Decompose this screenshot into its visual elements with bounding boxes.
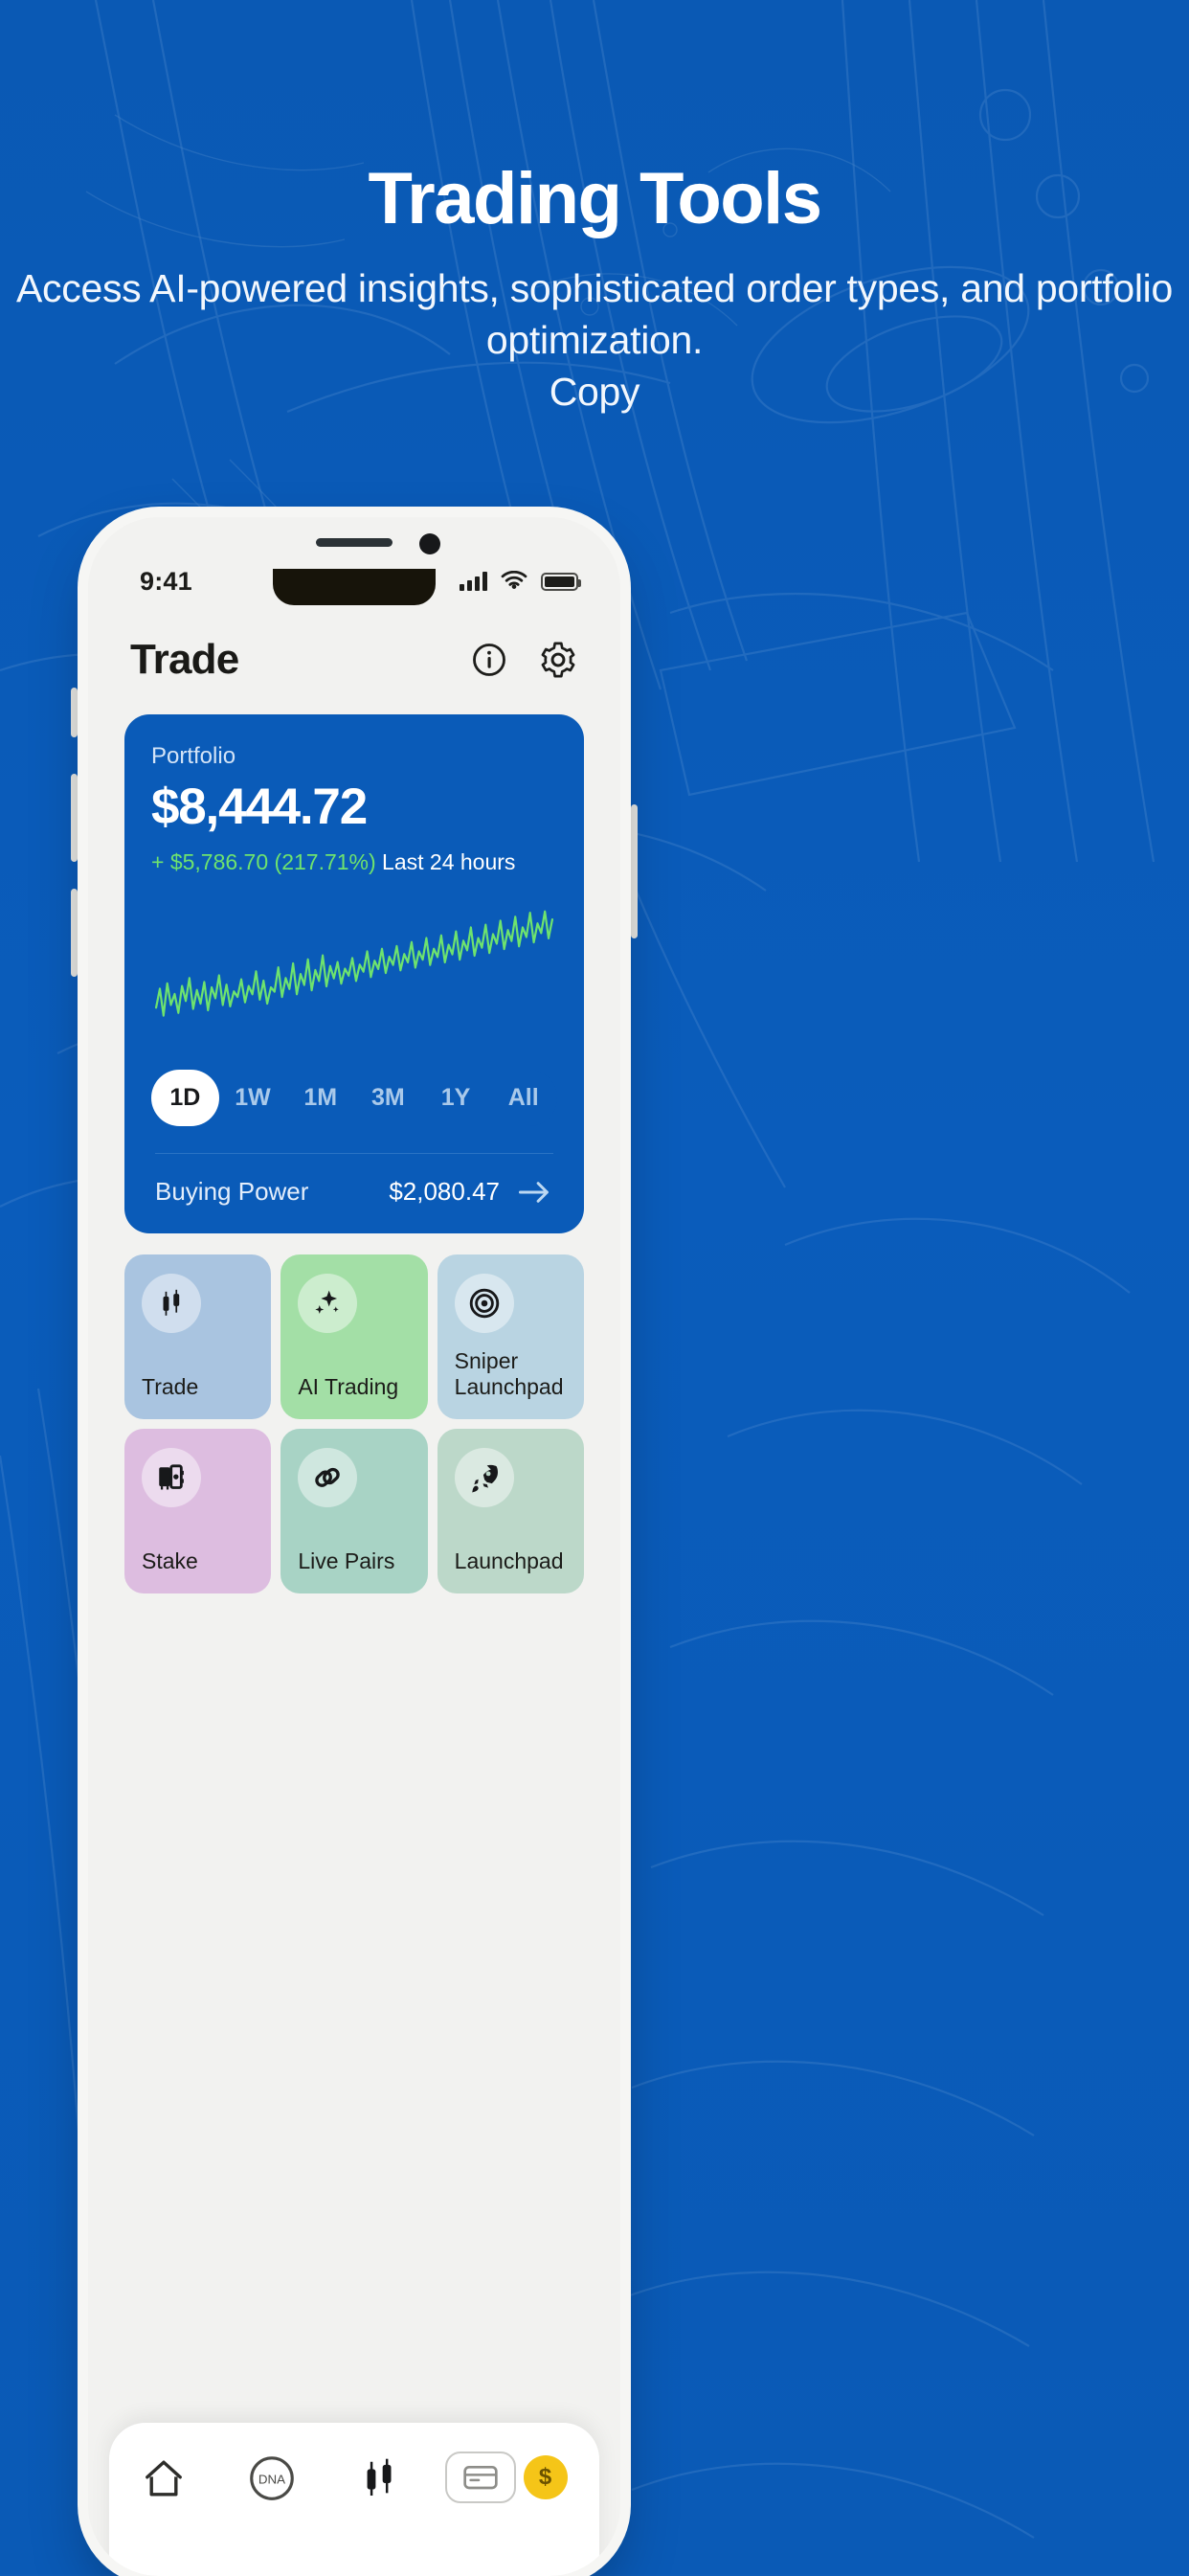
- candles-icon: [353, 2452, 407, 2505]
- battery-icon: [541, 572, 581, 591]
- phone-volume-down-button: [71, 889, 78, 977]
- phone-screen: 9:41 Trade Portfolio $8,444.72 + $5,786.…: [88, 517, 620, 2576]
- arrow-right-icon[interactable]: [517, 1179, 553, 1206]
- portfolio-chart[interactable]: [151, 893, 557, 1051]
- phone-volume-up-button: [71, 774, 78, 862]
- buying-power-label: Buying Power: [155, 1177, 309, 1206]
- info-circle-icon[interactable]: [469, 640, 509, 680]
- tile-sniper-launchpad[interactable]: Sniper Launchpad: [437, 1254, 584, 1419]
- coin-icon: $: [523, 2455, 568, 2499]
- hero-section: Trading Tools Access AI-powered insights…: [0, 0, 1189, 418]
- cellular-bars-icon: [460, 572, 487, 591]
- buying-power-row[interactable]: Buying Power $2,080.47: [151, 1154, 557, 1210]
- portfolio-label: Portfolio: [151, 743, 236, 769]
- tile-label: Trade: [142, 1373, 199, 1399]
- phone-mockup: 9:41 Trade Portfolio $8,444.72 + $5,786.…: [71, 517, 638, 2576]
- range-button-all[interactable]: All: [489, 1070, 557, 1126]
- status-bar-time: 9:41: [140, 566, 192, 596]
- portfolio-change-period: Last 24 hours: [382, 849, 516, 874]
- tile-label: Stake: [142, 1548, 198, 1573]
- candlestick-icon: [142, 1274, 201, 1333]
- nav-item-markets[interactable]: [337, 2452, 423, 2505]
- phone-speaker: [316, 538, 393, 547]
- portfolio-card[interactable]: Portfolio $8,444.72 + $5,786.70 (217.71%…: [124, 714, 584, 1233]
- status-bar: 9:41: [88, 517, 620, 613]
- portfolio-change: + $5,786.70 (217.71%) Last 24 hours: [151, 849, 557, 875]
- target-icon: [454, 1274, 514, 1333]
- range-button-1d[interactable]: 1D: [151, 1070, 219, 1126]
- page-subtitle: Access AI-powered insights, sophisticate…: [16, 265, 1173, 415]
- tile-label: AI Trading: [298, 1373, 399, 1399]
- tile-launchpad[interactable]: Launchpad: [437, 1429, 584, 1593]
- portfolio-value: $8,444.72: [151, 779, 368, 835]
- sparkles-icon: [298, 1274, 358, 1333]
- feature-tile-grid: Trade AI Trading Sniper Launchpad Stake …: [124, 1254, 584, 1593]
- phone-mute-switch: [71, 688, 78, 737]
- portfolio-change-amount: + $5,786.70 (217.71%): [151, 849, 376, 874]
- app-title: Trade: [130, 636, 239, 683]
- nav-item-home[interactable]: [121, 2452, 207, 2505]
- tile-label: Live Pairs: [298, 1548, 395, 1573]
- buying-power-value: $2,080.47: [389, 1177, 500, 1206]
- safe-vault-icon: [142, 1448, 201, 1507]
- app-header: Trade: [88, 613, 620, 701]
- wifi-icon: [501, 571, 527, 589]
- phone-power-button: [631, 804, 638, 938]
- gear-icon[interactable]: [538, 640, 578, 680]
- tile-label: Launchpad: [454, 1548, 564, 1573]
- range-button-1y[interactable]: 1Y: [422, 1070, 490, 1126]
- tile-stake[interactable]: Stake: [124, 1429, 272, 1593]
- svg-text:DNA: DNA: [258, 2472, 284, 2486]
- rocket-icon: [454, 1448, 514, 1507]
- bottom-navigation-bar[interactable]: DNA $: [109, 2423, 599, 2576]
- tile-label: Sniper Launchpad: [454, 1347, 564, 1399]
- wallet-icon: [444, 2452, 516, 2503]
- dna-icon: DNA: [245, 2452, 299, 2505]
- nav-item-dna[interactable]: DNA: [229, 2452, 315, 2505]
- link-chain-icon: [298, 1448, 358, 1507]
- range-button-1w[interactable]: 1W: [219, 1070, 287, 1126]
- range-button-3m[interactable]: 3M: [354, 1070, 422, 1126]
- tile-trade[interactable]: Trade: [124, 1254, 272, 1419]
- tile-live-pairs[interactable]: Live Pairs: [280, 1429, 428, 1593]
- tile-ai-trading[interactable]: AI Trading: [280, 1254, 428, 1419]
- home-icon: [137, 2452, 191, 2505]
- page-title: Trading Tools: [368, 158, 822, 239]
- phone-front-camera: [419, 533, 440, 554]
- nav-item-wallet[interactable]: $: [444, 2452, 589, 2503]
- range-button-1m[interactable]: 1M: [286, 1070, 354, 1126]
- phone-notch: [273, 569, 436, 605]
- time-range-selector[interactable]: 1D 1W 1M 3M 1Y All: [151, 1070, 557, 1126]
